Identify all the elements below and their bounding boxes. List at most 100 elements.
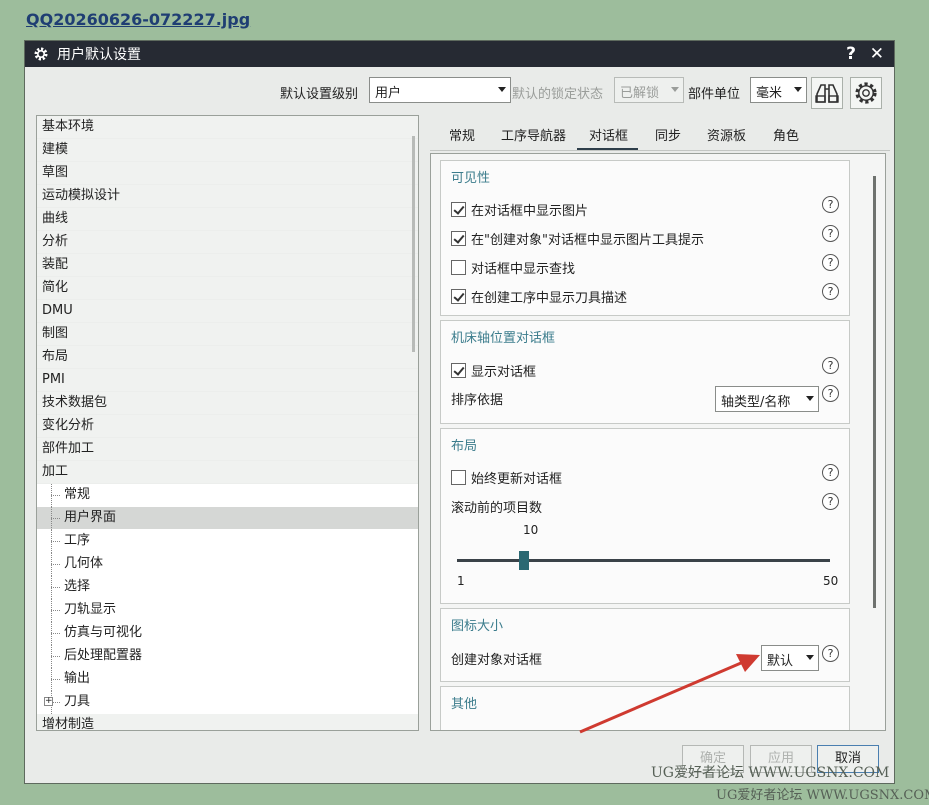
panel-scrollbar[interactable]	[873, 176, 876, 608]
show-tool-desc-option[interactable]: 在创建工序中显示刀具描述	[451, 285, 627, 307]
tree-item[interactable]: 技术数据包	[37, 392, 418, 415]
tree-item[interactable]: 简化	[37, 277, 418, 300]
layout-group: 布局 始终更新对话框 ? 滚动前的项目数 ? 10 1 50	[440, 428, 850, 604]
tab-sync[interactable]: 同步	[655, 125, 681, 144]
show-tooltip-checkbox[interactable]	[451, 230, 466, 246]
tree-child-item[interactable]: 仿真与可视化	[37, 622, 418, 645]
tree-item[interactable]: DMU	[37, 300, 418, 323]
help-icon[interactable]: ?	[822, 357, 839, 374]
help-icon[interactable]: ?	[822, 464, 839, 481]
icon-size-title: 图标大小	[451, 619, 504, 634]
tree-item-machining[interactable]: 加工	[37, 461, 418, 484]
unit-value: 毫米	[756, 86, 783, 101]
help-icon[interactable]: ?	[822, 225, 839, 242]
slider-min: 1	[457, 574, 465, 588]
help-button[interactable]: ?	[846, 44, 856, 64]
tree-item[interactable]: 布局	[37, 346, 418, 369]
tree-item[interactable]: 增材制造	[37, 714, 418, 730]
tree-item[interactable]: 部件加工	[37, 438, 418, 461]
tree-child-item-selected[interactable]: 用户界面	[37, 507, 418, 530]
sort-by-dropdown[interactable]: 轴类型/名称	[715, 386, 819, 412]
show-tool-desc-checkbox[interactable]	[451, 288, 466, 304]
show-axis-dialog-option[interactable]: 显示对话框	[451, 359, 536, 381]
level-dropdown[interactable]: 用户	[369, 77, 511, 103]
show-image-checkbox[interactable]	[451, 201, 466, 217]
visibility-title: 可见性	[451, 171, 491, 186]
show-image-label: 在对话框中显示图片	[471, 203, 589, 219]
sort-by-label: 排序依据	[451, 392, 504, 408]
tab-resource-bar[interactable]: 资源板	[707, 125, 746, 144]
help-icon[interactable]: ?	[822, 196, 839, 213]
settings-tabs: 常规 工序导航器 对话框 同步 资源板 角色	[430, 119, 890, 153]
tree-scrollbar[interactable]	[412, 136, 415, 352]
lock-dropdown[interactable]: 已解锁	[614, 77, 684, 103]
layout-title: 布局	[451, 439, 478, 454]
tree-child-item[interactable]: 工序	[37, 530, 418, 553]
show-find-option[interactable]: 对话框中显示查找	[451, 256, 575, 278]
tree-item[interactable]: 运动模拟设计	[37, 185, 418, 208]
tree-child-item[interactable]: 几何体	[37, 553, 418, 576]
icon-size-dropdown[interactable]: 默认	[761, 645, 819, 671]
visibility-group: 可见性 在对话框中显示图片 ? 在"创建对象"对话框中显示图片工具提示 ? 对话…	[440, 160, 850, 316]
tree-item[interactable]: 装配	[37, 254, 418, 277]
tree-item[interactable]: 曲线	[37, 208, 418, 231]
settings-button[interactable]	[850, 77, 882, 109]
settings-toolbar: 默认设置级别 用户 默认的锁定状态 已解锁 部件单位 毫米	[25, 77, 894, 109]
help-icon[interactable]: ?	[822, 385, 839, 402]
show-find-label: 对话框中显示查找	[471, 261, 576, 277]
show-axis-dialog-checkbox[interactable]	[451, 362, 466, 378]
tree-item[interactable]: PMI	[37, 369, 418, 392]
help-icon[interactable]: ?	[822, 645, 839, 662]
show-image-option[interactable]: 在对话框中显示图片	[451, 198, 588, 220]
tree-child-label: 刀具	[64, 694, 91, 709]
lock-label: 默认的锁定状态	[512, 87, 604, 102]
watermark: UG爱好者论坛 WWW.UGSNX.COM	[651, 765, 890, 781]
tree-item[interactable]: 建模	[37, 139, 418, 162]
find-defaults-button[interactable]	[811, 77, 843, 109]
tab-operation-navigator[interactable]: 工序导航器	[501, 125, 566, 144]
unit-label: 部件单位	[688, 87, 741, 102]
unit-dropdown[interactable]: 毫米	[750, 77, 807, 103]
other-title: 其他	[451, 697, 478, 712]
icon-size-value: 默认	[767, 654, 794, 669]
tree-child-item[interactable]: 后处理配置器	[37, 645, 418, 668]
scroll-items-label: 滚动前的项目数	[451, 500, 543, 516]
help-icon[interactable]: ?	[822, 283, 839, 300]
scroll-items-slider[interactable]	[457, 559, 830, 562]
other-group: 其他	[440, 686, 850, 730]
tree-child-item[interactable]: 刀轨显示	[37, 599, 418, 622]
axis-position-group: 机床轴位置对话框 显示对话框 ? 排序依据 轴类型/名称 ?	[440, 320, 850, 424]
help-icon[interactable]: ?	[822, 254, 839, 271]
show-tooltip-option[interactable]: 在"创建对象"对话框中显示图片工具提示	[451, 227, 704, 249]
tree-item[interactable]: 变化分析	[37, 415, 418, 438]
expand-plus-icon[interactable]: +	[44, 697, 53, 706]
show-find-checkbox[interactable]	[451, 259, 466, 275]
tree-item[interactable]: 制图	[37, 323, 418, 346]
close-button[interactable]: ✕	[870, 44, 884, 64]
slider-max: 50	[823, 574, 839, 588]
chevron-down-icon	[794, 87, 802, 92]
level-value: 用户	[375, 86, 402, 101]
tab-general[interactable]: 常规	[449, 125, 475, 144]
tree-item[interactable]: 分析	[37, 231, 418, 254]
tree-item[interactable]: 基本环境	[37, 116, 418, 139]
tree-child-item-tool[interactable]: + 刀具	[37, 691, 418, 714]
watermark: UG爱好者论坛 WWW.UGSNX.COM	[716, 788, 929, 803]
tab-dialog[interactable]: 对话框	[577, 125, 639, 150]
always-update-checkbox[interactable]	[451, 469, 466, 485]
tree-child-item[interactable]: 常规	[37, 484, 418, 507]
slider-thumb[interactable]	[519, 551, 530, 570]
chevron-down-icon	[806, 655, 814, 660]
tree-item[interactable]: 草图	[37, 162, 418, 185]
chevron-down-icon	[671, 87, 679, 92]
gear-icon	[34, 47, 48, 61]
settings-tree: 基本环境 建模 草图 运动模拟设计 曲线 分析 装配 简化 DMU 制图 布局 …	[36, 115, 419, 731]
level-label: 默认设置级别	[280, 87, 359, 102]
gear-icon	[855, 82, 877, 104]
tree-child-item[interactable]: 选择	[37, 576, 418, 599]
help-icon[interactable]: ?	[822, 493, 839, 510]
always-update-option[interactable]: 始终更新对话框	[451, 466, 562, 488]
tab-role[interactable]: 角色	[773, 125, 799, 144]
tree-child-item[interactable]: 输出	[37, 668, 418, 691]
binoculars-icon	[815, 84, 839, 103]
